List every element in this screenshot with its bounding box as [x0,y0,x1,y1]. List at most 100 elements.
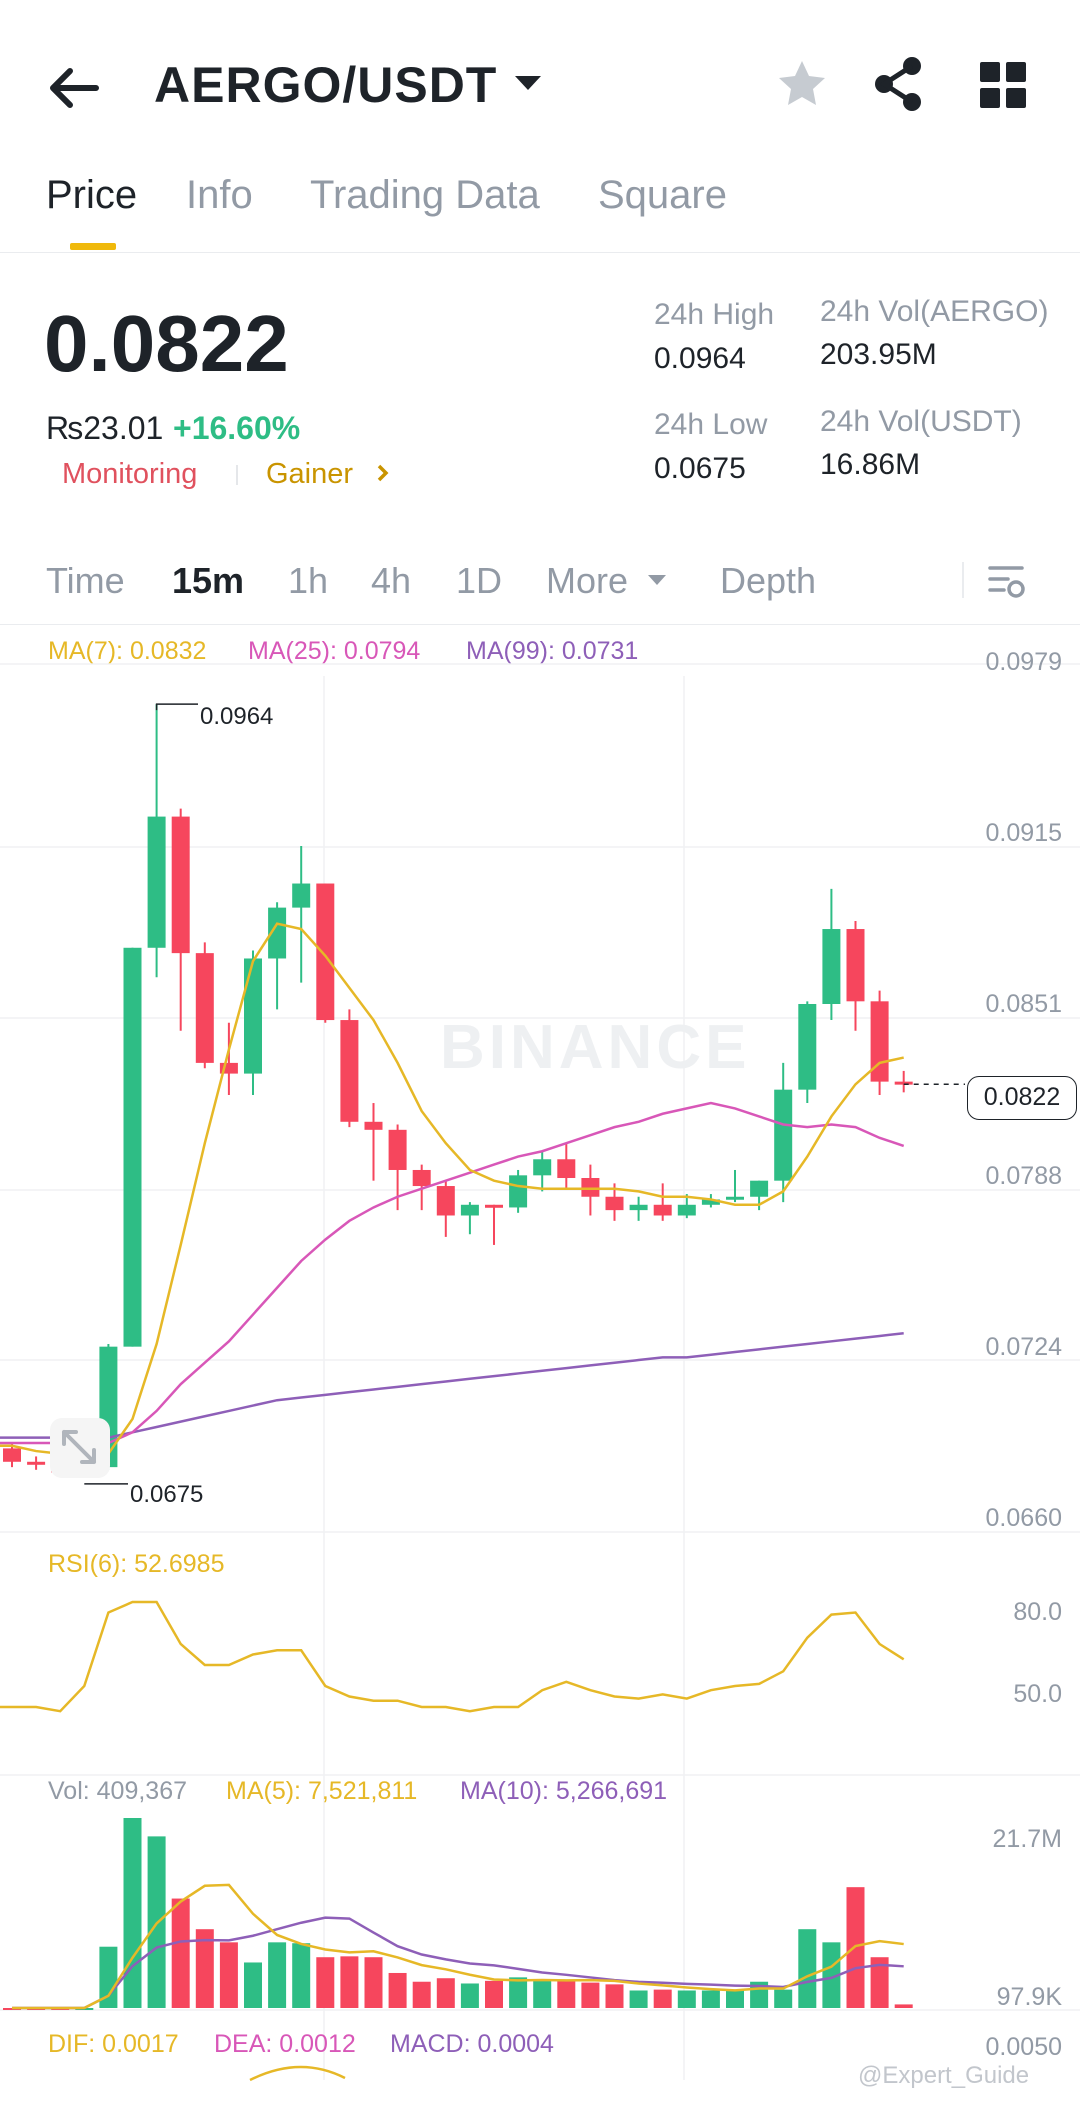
tabs-divider [0,252,1080,253]
price-tick: 0.0915 [985,819,1062,847]
binance-watermark: BINANCE [440,1013,750,1082]
vol-ma10-line [12,1916,904,2010]
volume-bar [412,1981,431,2008]
vol-label: Vol: 409,367 [48,1777,188,1805]
volume-bar [605,1984,624,2008]
stat-24h-low-value: 0.0675 [654,452,746,485]
rsi-label: RSI(6): 52.6985 [48,1550,225,1578]
candle-body [581,1178,600,1197]
share-icon [875,57,921,111]
candle-body [533,1159,552,1176]
candle-body [244,958,262,1074]
grid-icon [980,62,1026,108]
vol-ma5-label: MA(5): 7,521,811 [226,1777,418,1805]
back-button[interactable] [44,58,104,118]
candle-body [412,1169,431,1187]
timeframe-more[interactable]: More [546,560,668,602]
rsi-tick: 80.0 [1013,1598,1062,1626]
volume-bar [292,1943,311,2008]
volume-bar [268,1942,287,2008]
current-price-tag[interactable]: 0.0822 [967,1076,1077,1120]
price-tick: 0.0724 [985,1333,1062,1361]
vol-ma10-label: MA(10): 5,266,691 [460,1777,668,1805]
volume-bar [340,1956,359,2008]
volume-bar [557,1979,576,2008]
caret-down-icon [515,76,541,90]
macd-tick: 0.0050 [985,2033,1062,2061]
timeframe-divider [962,562,964,598]
volume-bar [629,1990,648,2008]
favorite-button[interactable] [776,58,828,110]
pair-title[interactable]: AERGO/USDT [154,56,497,114]
volume-bar [798,1929,817,2008]
rsi-layer [0,1600,905,1713]
share-button[interactable] [872,56,926,112]
tab-square[interactable]: Square [598,173,727,218]
layout-button[interactable] [980,62,1026,108]
volume-bar [219,1942,238,2008]
candles-layer [3,703,965,1485]
volume-bar [533,1979,552,2008]
last-price: 0.0822 [44,299,289,388]
vol-tick: 97.9K [996,1983,1062,2011]
arrow-left-icon [50,68,99,108]
candle-body [195,953,214,1063]
stat-24h-high-label: 24h High [654,298,775,331]
rsi-tick: 50.0 [1013,1680,1062,1708]
candle-body [846,929,865,1002]
macd-layer [249,2065,346,2082]
price-change: +16.60% [173,410,301,446]
gainer-tag[interactable]: Gainer [266,458,393,491]
tab-active-indicator [70,243,116,250]
volume-bar [509,1977,528,2008]
timeframe-time[interactable]: Time [46,560,125,602]
stat-24h-low-label: 24h Low [654,408,768,441]
pair-dropdown[interactable] [512,72,544,94]
timeframe-1d[interactable]: 1D [456,560,502,602]
volume-bar [894,2004,913,2008]
tab-trading-data[interactable]: Trading Data [310,173,540,218]
volume-bar [460,1983,479,2008]
candlestick-chart[interactable]: BINANCE [0,625,1080,2102]
candle-body [798,1003,817,1090]
tab-info[interactable]: Info [186,173,253,218]
vol-tick: 21.7M [992,1825,1062,1853]
volume-bar [774,1989,793,2008]
high-marker-line [155,703,198,711]
tag-separator [236,465,238,485]
high-price-marker: 0.0964 [200,703,274,730]
volume-bar [316,1957,335,2008]
volume-bar [123,1818,142,2008]
candle-body [509,1175,528,1208]
tab-price[interactable]: Price [46,173,137,218]
candle-body [123,947,142,1347]
candle-body [292,883,311,908]
price-tick: 0.0660 [985,1504,1062,1532]
volume-bar [171,1898,190,2008]
chart-settings-button[interactable] [986,560,1028,602]
candle-body [750,1180,769,1197]
chart-reset-button[interactable] [50,1418,110,1478]
depth-tab[interactable]: Depth [720,560,816,602]
timeframe-15m[interactable]: 15m [172,560,244,602]
volume-bar [485,1980,503,2008]
chart-settings-icon [988,566,1025,598]
volume-bar [388,1972,407,2008]
monitoring-tag[interactable]: Monitoring [62,458,197,491]
candle-body [557,1159,576,1179]
timeframe-1h[interactable]: 1h [288,560,328,602]
volume-bar [244,1962,262,2008]
candle-body [485,1204,503,1208]
volume-bar [726,1990,744,2008]
price-tick: 0.0788 [985,1162,1062,1190]
timeframe-4h[interactable]: 4h [371,560,411,602]
volume-bar [436,1978,455,2008]
price-tick: 0.0979 [985,648,1062,676]
volume-bar [677,1990,696,2008]
dif-label: DIF: 0.0017 [48,2030,179,2058]
candle-body [605,1196,624,1211]
rsi-line [0,1600,905,1713]
candle-body [147,816,166,948]
watermark-credit: @Expert_Guide [858,2062,1030,2089]
candle-body [726,1196,744,1200]
